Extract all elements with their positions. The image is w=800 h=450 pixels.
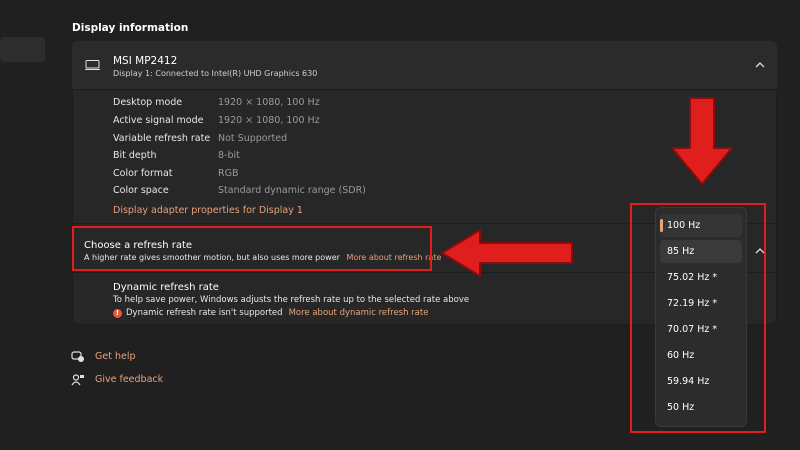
info-value-vrr: Not Supported [218,133,288,144]
arrow-down-annotation [671,97,733,185]
monitor-icon [85,60,100,70]
info-label-bit-depth: Bit depth [113,150,157,161]
dynamic-refresh-warning: Dynamic refresh rate isn't supported [126,308,283,318]
info-value-color-space: Standard dynamic range (SDR) [218,185,366,196]
info-label-desktop-mode: Desktop mode [113,97,183,108]
feedback-icon [71,374,84,386]
help-icon [71,351,84,362]
adapter-properties-link[interactable]: Display adapter properties for Display 1 [113,205,303,216]
info-label-color-format: Color format [113,168,173,179]
dynamic-refresh-warning-row: ! Dynamic refresh rate isn't supported M… [113,308,428,318]
info-label-color-space: Color space [113,185,169,196]
dynamic-refresh-learn-more-link[interactable]: More about dynamic refresh rate [289,308,429,318]
chevron-up-icon[interactable] [755,61,765,68]
sidebar-selected-item[interactable] [0,37,45,62]
info-label-vrr: Variable refresh rate [113,133,211,144]
monitor-subtitle: Display 1: Connected to Intel(R) UHD Gra… [113,69,318,78]
section-title: Display information [72,22,189,34]
annotation-refresh-box [72,226,432,271]
dynamic-refresh-title: Dynamic refresh rate [113,282,219,293]
info-label-active-signal: Active signal mode [113,115,204,126]
dynamic-refresh-description: To help save power, Windows adjusts the … [113,295,470,305]
monitor-name: MSI MP2412 [113,55,178,67]
annotation-dropdown-box [630,203,766,433]
info-value-active-signal: 1920 × 1080, 100 Hz [218,115,320,126]
header-divider [72,89,777,90]
info-value-desktop-mode: 1920 × 1080, 100 Hz [218,97,320,108]
info-value-color-format: RGB [218,168,239,179]
monitor-header[interactable] [72,41,777,89]
give-feedback-link[interactable]: Give feedback [95,374,163,385]
arrow-left-annotation [441,229,573,277]
warning-icon: ! [113,308,122,318]
get-help-link[interactable]: Get help [95,351,136,362]
info-value-bit-depth: 8-bit [218,150,240,161]
